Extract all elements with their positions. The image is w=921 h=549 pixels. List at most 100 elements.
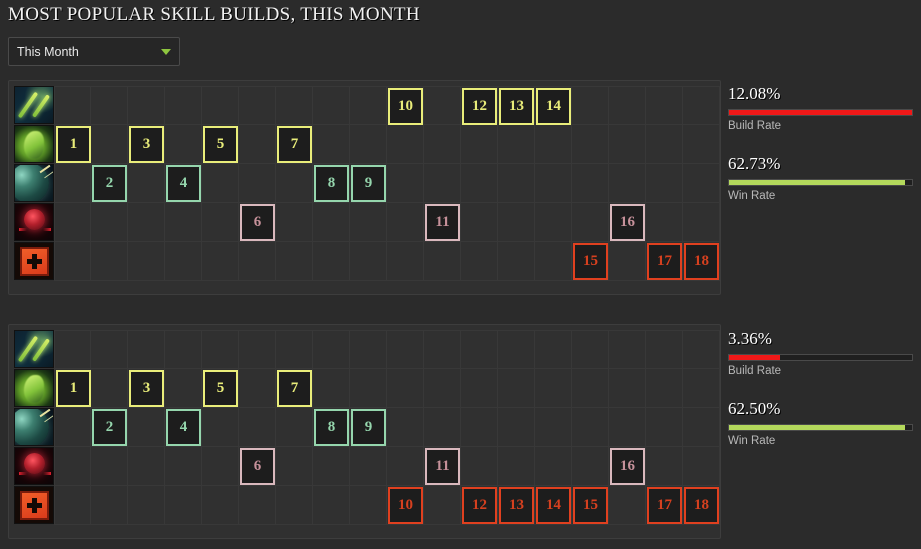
build-rate-block-1: 12.08% Build Rate <box>728 84 913 132</box>
planet-skill-icon <box>14 408 54 446</box>
skill-level-pip[interactable]: 7 <box>277 370 312 407</box>
arrows-skill-icon <box>14 86 54 124</box>
grid-cell <box>683 86 720 125</box>
skill-level-pip[interactable]: 5 <box>203 370 238 407</box>
skill-level-pip[interactable]: 8 <box>314 165 349 202</box>
grid-cell <box>202 447 239 486</box>
skill-level-pip[interactable]: 12 <box>462 88 497 125</box>
grid-cell <box>276 164 313 203</box>
skill-level-pip[interactable]: 3 <box>129 370 164 407</box>
grid-cell <box>535 125 572 164</box>
win-rate-bar <box>728 179 913 186</box>
skill-level-pip[interactable]: 1 <box>56 370 91 407</box>
skill-level-pip[interactable]: 14 <box>536 88 571 125</box>
grid-cell <box>646 369 683 408</box>
grid-cell <box>239 125 276 164</box>
skill-level-pip[interactable]: 9 <box>351 165 386 202</box>
skill-level-pip[interactable]: 18 <box>684 487 719 524</box>
skill-level-pip[interactable]: 15 <box>573 243 608 280</box>
skill-level-pip[interactable]: 6 <box>240 204 275 241</box>
skill-level-pip[interactable]: 2 <box>92 165 127 202</box>
grid-cell: 11 <box>424 203 461 242</box>
grid-cell: 5 <box>202 125 239 164</box>
skill-level-pip[interactable]: 3 <box>129 126 164 163</box>
win-rate-block-2: 62.50% Win Rate <box>728 399 913 447</box>
skill-level-pip[interactable]: 14 <box>536 487 571 524</box>
grid-cell <box>683 408 720 447</box>
timeframe-dropdown[interactable]: This Month <box>8 37 180 66</box>
grid-cell <box>387 242 424 281</box>
win-rate-value: 62.73% <box>728 154 781 173</box>
grid-cell <box>276 408 313 447</box>
chevron-down-icon <box>161 48 171 55</box>
win-rate-block-1: 62.73% Win Rate <box>728 154 913 202</box>
win-rate-bar <box>728 424 913 431</box>
skill-level-pip[interactable]: 1 <box>56 126 91 163</box>
grid-cell <box>128 408 165 447</box>
grid-cell <box>535 369 572 408</box>
skill-level-pip[interactable]: 8 <box>314 409 349 446</box>
skill-level-pip[interactable]: 16 <box>610 448 645 485</box>
build-panel-1: 10 12 13 14 1 3 5 7 2 4 8 9 6 11 16 15 17 18 <box>8 80 721 295</box>
timeframe-dropdown-label: This Month <box>17 44 79 59</box>
grid-cell <box>54 242 91 281</box>
skill-level-pip[interactable]: 5 <box>203 126 238 163</box>
grid-cell: 10 <box>387 486 424 525</box>
skill-grid-2: 1 3 5 7 2 4 8 9 6 11 16 10 12 13 14 15 17 18 <box>14 330 720 525</box>
skill-level-pip[interactable]: 11 <box>425 448 460 485</box>
grid-cell <box>609 369 646 408</box>
grid-cell <box>350 242 387 281</box>
grid-cell <box>609 408 646 447</box>
grid-cell <box>350 486 387 525</box>
skill-level-pip[interactable]: 6 <box>240 448 275 485</box>
skill-level-pip[interactable]: 17 <box>647 487 682 524</box>
skill-level-pip[interactable]: 11 <box>425 204 460 241</box>
skill-level-pip[interactable]: 13 <box>499 487 534 524</box>
build-rate-label: Build Rate <box>728 120 782 132</box>
skill-level-pip[interactable]: 18 <box>684 243 719 280</box>
grid-cell: 1 <box>54 125 91 164</box>
skill-level-pip[interactable]: 2 <box>92 409 127 446</box>
grid-cell <box>313 486 350 525</box>
grid-cell <box>202 164 239 203</box>
grid-cell <box>683 125 720 164</box>
skill-level-pip[interactable]: 10 <box>388 487 423 524</box>
grid-cell <box>165 330 202 369</box>
grid-cell <box>424 369 461 408</box>
build-rate-block-2: 3.36% Build Rate <box>728 329 913 377</box>
grid-cell <box>609 86 646 125</box>
grid-cell <box>572 369 609 408</box>
skill-level-pip[interactable]: 7 <box>277 126 312 163</box>
grid-cell <box>313 203 350 242</box>
grid-cell <box>424 125 461 164</box>
grid-cell <box>276 203 313 242</box>
skill-level-pip[interactable]: 15 <box>573 487 608 524</box>
grid-cell: 5 <box>202 369 239 408</box>
grid-cell <box>202 408 239 447</box>
skill-level-pip[interactable]: 4 <box>166 409 201 446</box>
skill-level-pip[interactable]: 10 <box>388 88 423 125</box>
grid-cell <box>54 486 91 525</box>
grid-cell <box>572 203 609 242</box>
grid-cell <box>461 125 498 164</box>
grid-cell <box>91 242 128 281</box>
skill-level-pip[interactable]: 9 <box>351 409 386 446</box>
grid-cell <box>54 203 91 242</box>
grid-cell <box>128 203 165 242</box>
skill-level-pip[interactable]: 17 <box>647 243 682 280</box>
skill-level-pip[interactable]: 16 <box>610 204 645 241</box>
grid-cell <box>683 164 720 203</box>
grid-cell <box>461 447 498 486</box>
grid-cell <box>498 203 535 242</box>
skill-level-pip[interactable]: 12 <box>462 487 497 524</box>
grid-cell <box>535 408 572 447</box>
grid-cell <box>276 486 313 525</box>
grid-cell: 13 <box>498 486 535 525</box>
grid-cell: 7 <box>276 125 313 164</box>
skill-icon-column-1 <box>14 86 54 281</box>
grid-cell: 12 <box>461 86 498 125</box>
skill-level-pip[interactable]: 4 <box>166 165 201 202</box>
grid-cell: 4 <box>165 164 202 203</box>
grid-cell <box>387 447 424 486</box>
skill-level-pip[interactable]: 13 <box>499 88 534 125</box>
